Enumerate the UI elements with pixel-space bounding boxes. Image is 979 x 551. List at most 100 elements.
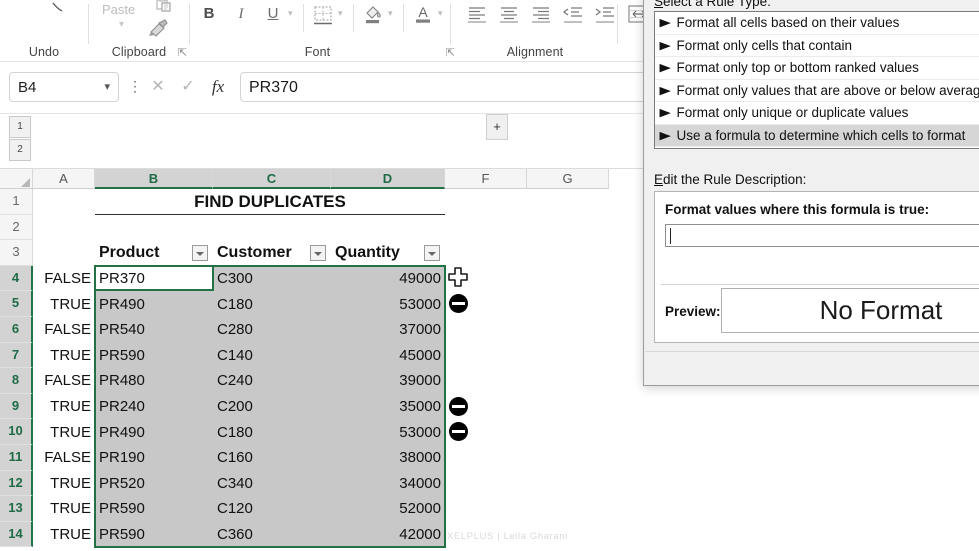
row-header-11[interactable]: 11: [0, 445, 33, 471]
cell-quantity-14[interactable]: 42000: [331, 521, 445, 548]
filter-dropdown-b[interactable]: [192, 245, 208, 262]
column-header-G[interactable]: G: [527, 169, 609, 189]
row-header-14[interactable]: 14: [0, 521, 33, 548]
cell-product-8[interactable]: PR480: [95, 368, 213, 394]
row-header-6[interactable]: 6: [0, 317, 33, 343]
fill-color-chevron-down-icon[interactable]: ▾: [388, 8, 393, 19]
rule-type-item[interactable]: ▶ Format only unique or duplicate values: [655, 102, 979, 125]
rule-type-item[interactable]: ▶ Format only values that are above or be…: [655, 80, 979, 102]
rule-type-item[interactable]: ▶ Format only cells that contain: [655, 35, 979, 57]
undo-icon[interactable]: [48, 0, 70, 22]
column-header-B[interactable]: B: [95, 169, 213, 189]
cell-product-12[interactable]: PR520: [95, 470, 213, 497]
cell-customer-6[interactable]: C280: [213, 317, 331, 343]
row-header-10[interactable]: 10: [0, 419, 33, 445]
cell-quantity-7[interactable]: 45000: [331, 342, 445, 369]
cell-quantity-9[interactable]: 35000: [331, 393, 445, 420]
cell-flag-11[interactable]: FALSE: [33, 445, 95, 471]
cell-quantity-6[interactable]: 37000: [331, 317, 445, 343]
cell-customer-13[interactable]: C120: [213, 496, 331, 522]
rule-type-item[interactable]: ▶ Use a formula to determine which cells …: [655, 124, 979, 147]
align-center-button[interactable]: [497, 3, 523, 25]
align-right-button[interactable]: [529, 3, 555, 25]
borders-button[interactable]: [310, 2, 336, 26]
rule-formula-input[interactable]: [665, 224, 979, 247]
cell-flag-6[interactable]: FALSE: [33, 317, 95, 343]
cell-quantity-12[interactable]: 34000: [331, 470, 445, 497]
insert-function-icon[interactable]: fx: [205, 74, 231, 100]
cell-customer-5[interactable]: C180: [213, 291, 331, 317]
font-color-button[interactable]: A: [410, 2, 436, 26]
formula-input[interactable]: PR370: [240, 72, 652, 102]
cell-flag-9[interactable]: TRUE: [33, 394, 95, 420]
cell-quantity-4[interactable]: 49000: [331, 265, 445, 292]
cell-flag-10[interactable]: TRUE: [33, 419, 95, 445]
row-header-12[interactable]: 12: [0, 470, 33, 497]
outline-level-1-button[interactable]: 1: [9, 116, 31, 138]
cell-customer-12[interactable]: C340: [213, 470, 331, 497]
outline-expand-button[interactable]: +: [486, 114, 508, 140]
cell-product-14[interactable]: PR590: [95, 521, 213, 548]
decrease-indent-button[interactable]: [561, 3, 587, 25]
cell-product-13[interactable]: PR590: [95, 496, 213, 522]
align-left-button[interactable]: [465, 3, 491, 25]
name-box[interactable]: B4 ▾: [9, 72, 119, 102]
column-header-D[interactable]: D: [331, 169, 445, 189]
cell-flag-12[interactable]: TRUE: [33, 471, 95, 497]
bold-button[interactable]: B: [196, 2, 222, 26]
name-box-chevron-down-icon[interactable]: ▾: [104, 73, 110, 102]
fill-color-button[interactable]: [360, 2, 386, 26]
paste-button-label[interactable]: Paste: [102, 2, 135, 17]
clipboard-dialog-launcher-icon[interactable]: ⇱: [178, 46, 187, 59]
borders-chevron-down-icon[interactable]: ▾: [338, 8, 343, 19]
outline-level-2-button[interactable]: 2: [9, 139, 31, 161]
cell-customer-9[interactable]: C200: [213, 393, 331, 420]
cell-customer-7[interactable]: C140: [213, 342, 331, 369]
cell-product-7[interactable]: PR590: [95, 342, 213, 369]
rule-type-item[interactable]: ▶ Format only top or bottom ranked values: [655, 57, 979, 80]
cell-product-9[interactable]: PR240: [95, 393, 213, 420]
cell-product-5[interactable]: PR490: [95, 291, 213, 317]
formula-bar-options-icon[interactable]: ⋮: [128, 78, 142, 95]
chevron-down-icon[interactable]: ▾: [119, 19, 124, 30]
row-header-5[interactable]: 5: [0, 291, 33, 317]
cell-customer-14[interactable]: C360: [213, 521, 331, 548]
rule-type-list[interactable]: ▶ Format all cells based on their values ▶…: [654, 11, 979, 149]
increase-indent-button[interactable]: [593, 3, 619, 25]
font-dialog-launcher-icon[interactable]: ⇱: [446, 46, 455, 59]
cell-product-10[interactable]: PR490: [95, 419, 213, 445]
column-header-F[interactable]: F: [445, 169, 527, 189]
underline-chevron-down-icon[interactable]: ▾: [288, 8, 293, 19]
cell-title-find-duplicates[interactable]: FIND DUPLICATES: [95, 189, 445, 215]
cell-quantity-10[interactable]: 53000: [331, 419, 445, 445]
rule-type-item[interactable]: ▶ Format all cells based on their values: [655, 12, 979, 35]
cancel-icon[interactable]: ✕: [145, 74, 171, 100]
cell-flag-13[interactable]: TRUE: [33, 496, 95, 522]
cell-flag-4[interactable]: FALSE: [33, 266, 95, 292]
cell-customer-4[interactable]: C300: [213, 265, 331, 292]
filter-dropdown-d[interactable]: [424, 245, 440, 262]
column-header-C[interactable]: C: [213, 169, 331, 189]
cell-quantity-11[interactable]: 38000: [331, 445, 445, 471]
row-header-2[interactable]: 2: [0, 214, 33, 241]
row-header-7[interactable]: 7: [0, 342, 33, 369]
cell-customer-8[interactable]: C240: [213, 368, 331, 394]
filter-dropdown-c[interactable]: [310, 245, 326, 262]
underline-button[interactable]: U: [260, 2, 286, 26]
cell-quantity-8[interactable]: 39000: [331, 368, 445, 394]
cell-flag-8[interactable]: FALSE: [33, 368, 95, 394]
cell-flag-5[interactable]: TRUE: [33, 291, 95, 317]
row-header-4[interactable]: 4: [0, 265, 33, 292]
row-header-9[interactable]: 9: [0, 393, 33, 420]
enter-icon[interactable]: ✓: [175, 74, 201, 100]
cell-flag-7[interactable]: TRUE: [33, 343, 95, 369]
cell-quantity-5[interactable]: 53000: [331, 291, 445, 317]
font-color-chevron-down-icon[interactable]: ▾: [438, 8, 443, 19]
cell-product-11[interactable]: PR190: [95, 445, 213, 471]
row-header-1[interactable]: 1: [0, 189, 33, 215]
row-header-13[interactable]: 13: [0, 496, 33, 522]
column-header-A[interactable]: A: [33, 169, 95, 189]
cell-product-6[interactable]: PR540: [95, 317, 213, 343]
row-header-3[interactable]: 3: [0, 240, 33, 266]
italic-button[interactable]: I: [228, 2, 254, 26]
